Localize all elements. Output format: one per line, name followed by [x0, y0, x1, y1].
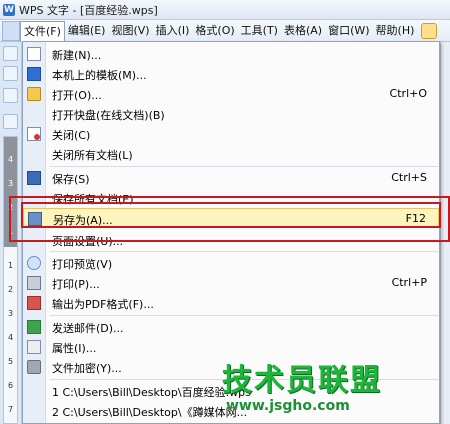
menu-item-close-all[interactable]: 关闭所有文档(L) — [23, 144, 439, 164]
menu-file[interactable]: 文件(F) — [20, 20, 65, 42]
menu-item-shortcut: Ctrl+P — [391, 276, 427, 289]
menu-item-properties[interactable]: 属性(I)... — [23, 337, 439, 357]
menu-insert[interactable]: 插入(I) — [153, 21, 193, 41]
menu-item-shortcut: Ctrl+S — [391, 171, 427, 184]
ruler-number: 3 — [7, 179, 14, 188]
menu-item-print-preview[interactable]: 打印预览(V) — [23, 253, 439, 273]
toolbar-save-icon[interactable] — [3, 88, 18, 103]
menu-item-templates[interactable]: 本机上的模板(M)... — [23, 64, 439, 84]
menu-tools[interactable]: 工具(T) — [238, 21, 281, 41]
encrypt-icon — [27, 360, 41, 374]
menu-item-label: 关闭所有文档(L) — [52, 149, 133, 162]
open-folder-icon — [27, 87, 41, 101]
menu-help[interactable]: 帮助(H) — [373, 21, 418, 41]
ruler-number: 4 — [7, 333, 14, 342]
menu-item-label: 关闭(C) — [52, 129, 91, 142]
save-icon — [27, 171, 41, 185]
print-icon — [27, 276, 41, 290]
menu-item-close[interactable]: 关闭(C) — [23, 124, 439, 144]
watermark-url: www.jsgho.com — [226, 398, 350, 414]
wps-app-icon: W — [3, 3, 15, 16]
send-mail-icon — [27, 320, 41, 334]
menu-item-label: 打开(O)... — [52, 89, 102, 102]
menu-item-label: 1 C:\Users\Bill\Desktop\百度经验.wps — [52, 386, 251, 399]
menu-item-label: 打印(P)... — [52, 278, 100, 291]
toolbar-doc-icon[interactable] — [2, 20, 20, 41]
toolbar-open-icon[interactable] — [3, 66, 18, 81]
menu-separator — [50, 166, 438, 167]
menu-item-send-mail[interactable]: 发送邮件(D)... — [23, 317, 439, 337]
print-preview-icon — [27, 256, 41, 270]
menu-item-open-kuaipan[interactable]: 打开快盘(在线文档)(B) — [23, 104, 439, 124]
menu-item-label: 属性(I)... — [52, 342, 97, 355]
properties-icon — [27, 340, 41, 354]
menu-item-label: 新建(N)... — [52, 49, 102, 62]
menu-item-export-pdf[interactable]: 输出为PDF格式(F)... — [23, 293, 439, 313]
menu-item-label: 保存(S) — [52, 173, 90, 186]
menu-item-label: 输出为PDF格式(F)... — [52, 298, 154, 311]
toolbar-new-icon[interactable] — [3, 46, 18, 61]
menu-item-label: 文件加密(Y)... — [52, 362, 122, 375]
ruler-number: 5 — [7, 357, 14, 366]
pdf-icon — [27, 296, 41, 310]
menu-item-label: 发送邮件(D)... — [52, 322, 124, 335]
menu-edit[interactable]: 编辑(E) — [65, 21, 109, 41]
window-title: WPS 文字 - [百度经验.wps] — [19, 3, 158, 17]
new-doc-icon — [27, 47, 41, 61]
menu-item-label: 打开快盘(在线文档)(B) — [52, 109, 165, 122]
close-doc-icon — [27, 127, 41, 141]
menu-view[interactable]: 视图(V) — [108, 21, 152, 41]
menu-format[interactable]: 格式(O) — [192, 21, 237, 41]
menu-item-save[interactable]: 保存(S) Ctrl+S — [23, 168, 439, 188]
ruler-number: 4 — [7, 155, 14, 164]
menu-item-new[interactable]: 新建(N)... — [23, 44, 439, 64]
annotation-box-inner — [21, 202, 441, 228]
vertical-ruler: 4 3 2 1 1 2 3 4 5 6 7 — [3, 136, 18, 424]
ruler-number: 2 — [7, 285, 14, 294]
menu-item-label: 本机上的模板(M)... — [52, 69, 147, 82]
menu-item-open[interactable]: 打开(O)... Ctrl+O — [23, 84, 439, 104]
menu-table[interactable]: 表格(A) — [281, 21, 325, 41]
ruler-number: 6 — [7, 381, 14, 390]
title-bar: W WPS 文字 - [百度经验.wps] — [0, 0, 450, 20]
tab-stop-icon[interactable] — [3, 114, 18, 129]
help-assistant-icon[interactable] — [421, 22, 438, 39]
menu-separator — [50, 251, 438, 252]
menu-item-print[interactable]: 打印(P)... Ctrl+P — [23, 273, 439, 293]
watermark-title: 技术员联盟 — [222, 363, 382, 398]
menu-item-shortcut: Ctrl+O — [389, 87, 427, 100]
menu-window[interactable]: 窗口(W) — [325, 21, 372, 41]
menu-separator — [50, 315, 438, 316]
ruler-number: 7 — [7, 405, 14, 414]
ruler-number: 3 — [7, 309, 14, 318]
menu-item-label: 2 C:\Users\Bill\Desktop\《蹲媒体网... — [52, 406, 248, 419]
menu-item-label: 打印预览(V) — [52, 258, 113, 271]
menu-bar: 文件(F) 编辑(E) 视图(V) 插入(I) 格式(O) 工具(T) 表格(A… — [0, 20, 450, 42]
ruler-number: 1 — [7, 261, 14, 270]
template-icon — [27, 67, 41, 81]
